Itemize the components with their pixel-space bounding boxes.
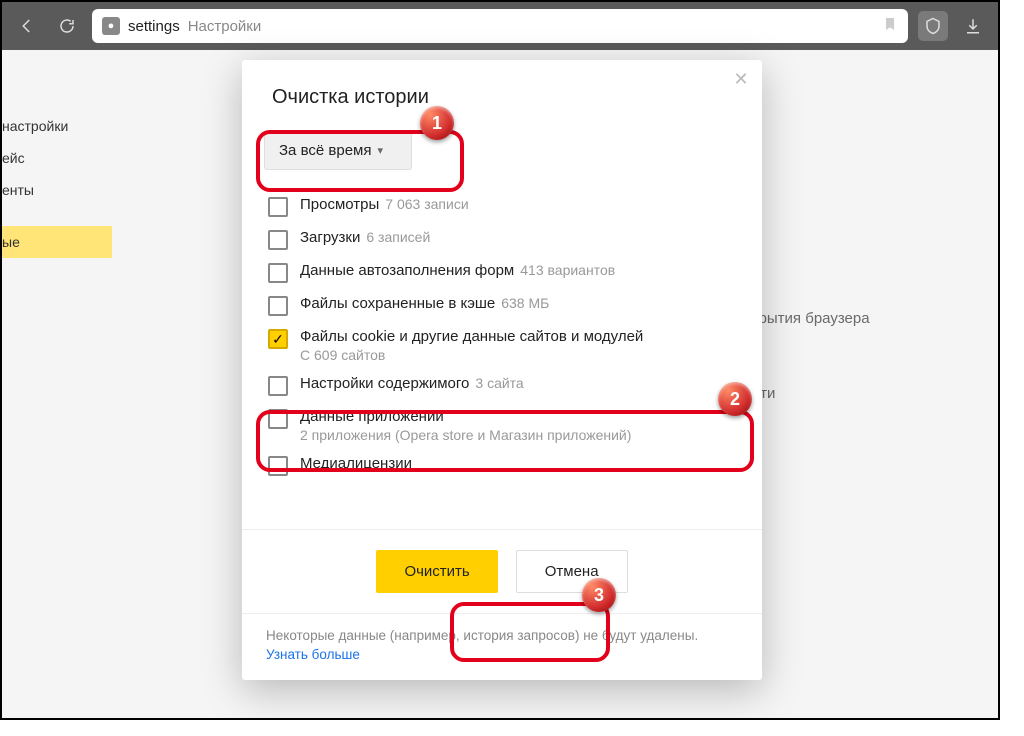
option-label: Данные приложений 2 приложения (Opera sto…	[300, 408, 631, 443]
option-label: Данные автозаполнения форм 413 вариантов	[300, 262, 615, 279]
checkbox[interactable]	[268, 409, 288, 429]
bookmark-icon[interactable]	[882, 14, 898, 38]
url-label: Настройки	[188, 18, 262, 35]
clear-option-row: Данные приложений 2 приложения (Opera sto…	[264, 402, 752, 449]
checkbox[interactable]	[268, 230, 288, 250]
option-label-sub: 2 приложения (Opera store и Магазин прил…	[300, 427, 631, 443]
clear-option-row: Файлы сохраненные в кэше 638 МБ	[264, 289, 752, 322]
clear-option-row: ✓ Файлы cookie и другие данные сайтов и м…	[264, 322, 752, 369]
checkbox[interactable]	[268, 197, 288, 217]
option-label-main: Данные автозаполнения форм	[300, 262, 514, 279]
clear-option-row: Загрузки 6 записей	[264, 223, 752, 256]
chevron-down-icon: ▾	[377, 144, 383, 157]
clear-button[interactable]: Очистить	[376, 550, 497, 593]
option-label-main: Данные приложений	[300, 408, 631, 425]
option-label: Просмотры 7 063 записи	[300, 196, 469, 213]
option-label-main: Загрузки	[300, 229, 360, 246]
settings-sidebar: настройки ейс енты ые	[2, 110, 112, 258]
option-label: Файлы сохраненные в кэше 638 МБ	[300, 295, 549, 312]
option-label-sub: С 609 сайтов	[300, 347, 643, 363]
bg-text: крытия браузера	[752, 310, 870, 327]
time-range-label: За всё время	[279, 142, 371, 159]
option-label-main: Настройки содержимого	[300, 375, 469, 392]
dialog-buttons: Очистить Отмена	[242, 529, 762, 613]
option-label-sub: 6 записей	[366, 229, 430, 245]
dialog-title: Очистка истории	[242, 60, 762, 119]
time-range-select[interactable]: За всё время ▾	[264, 131, 412, 170]
option-label-sub: 413 вариантов	[520, 262, 615, 278]
option-label-sub: 638 МБ	[501, 295, 549, 311]
site-icon: ●	[102, 17, 120, 35]
reload-button[interactable]	[52, 11, 82, 41]
option-label-sub: 3 сайта	[475, 375, 523, 391]
address-bar[interactable]: ● settings Настройки	[92, 9, 908, 43]
option-label: Файлы cookie и другие данные сайтов и мо…	[300, 328, 643, 363]
sidebar-item[interactable]: настройки	[2, 110, 112, 142]
option-label-main: Файлы сохраненные в кэше	[300, 295, 495, 312]
downloads-button[interactable]	[958, 11, 988, 41]
clear-option-row: Данные автозаполнения форм 413 вариантов	[264, 256, 752, 289]
option-label-main: Файлы cookie и другие данные сайтов и мо…	[300, 328, 643, 345]
learn-more-link[interactable]: Узнать больше	[266, 647, 360, 662]
option-label-sub: 7 063 записи	[385, 196, 468, 212]
checkbox[interactable]	[268, 376, 288, 396]
clear-option-row: Медиалицензии	[264, 449, 752, 482]
url-prefix: settings	[128, 18, 180, 35]
browser-toolbar: ● settings Настройки	[2, 2, 998, 50]
option-label: Загрузки 6 записей	[300, 229, 430, 246]
checkbox[interactable]	[268, 296, 288, 316]
adblock-extension-icon[interactable]	[918, 11, 948, 41]
sidebar-item[interactable]: ые	[2, 226, 112, 258]
footer-note-text: Некоторые данные (например, история запр…	[266, 628, 698, 643]
clear-option-row: Настройки содержимого 3 сайта	[264, 369, 752, 402]
dialog-footer: Некоторые данные (например, история запр…	[242, 613, 762, 680]
cancel-button[interactable]: Отмена	[516, 550, 628, 593]
option-label: Медиалицензии	[300, 455, 418, 472]
clear-history-dialog: ✕ Очистка истории За всё время ▾ Просмот…	[242, 60, 762, 680]
checkbox[interactable]	[268, 263, 288, 283]
option-label-main: Медиалицензии	[300, 455, 412, 472]
checkbox[interactable]	[268, 456, 288, 476]
clear-options-list: Просмотры 7 063 записи Загрузки 6 записей Да…	[242, 176, 762, 529]
option-label-main: Просмотры	[300, 196, 379, 213]
close-icon[interactable]: ✕	[730, 68, 752, 90]
sidebar-item[interactable]: ейс	[2, 142, 112, 174]
checkbox[interactable]: ✓	[268, 329, 288, 349]
sidebar-item[interactable]: енты	[2, 174, 112, 206]
option-label: Настройки содержимого 3 сайта	[300, 375, 524, 392]
clear-option-row: Просмотры 7 063 записи	[264, 190, 752, 223]
back-button[interactable]	[12, 11, 42, 41]
